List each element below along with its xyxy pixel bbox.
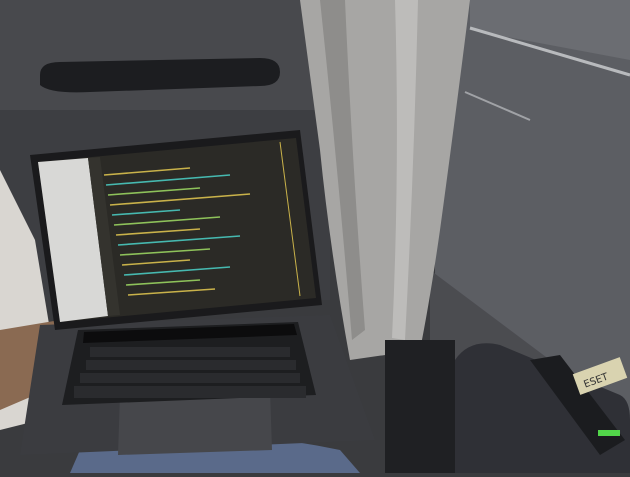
photo-illustration: ESET [0,0,630,473]
seat-armrest [385,340,455,473]
bag-green-tag [598,430,620,436]
photo-scene: ESET [0,0,630,473]
